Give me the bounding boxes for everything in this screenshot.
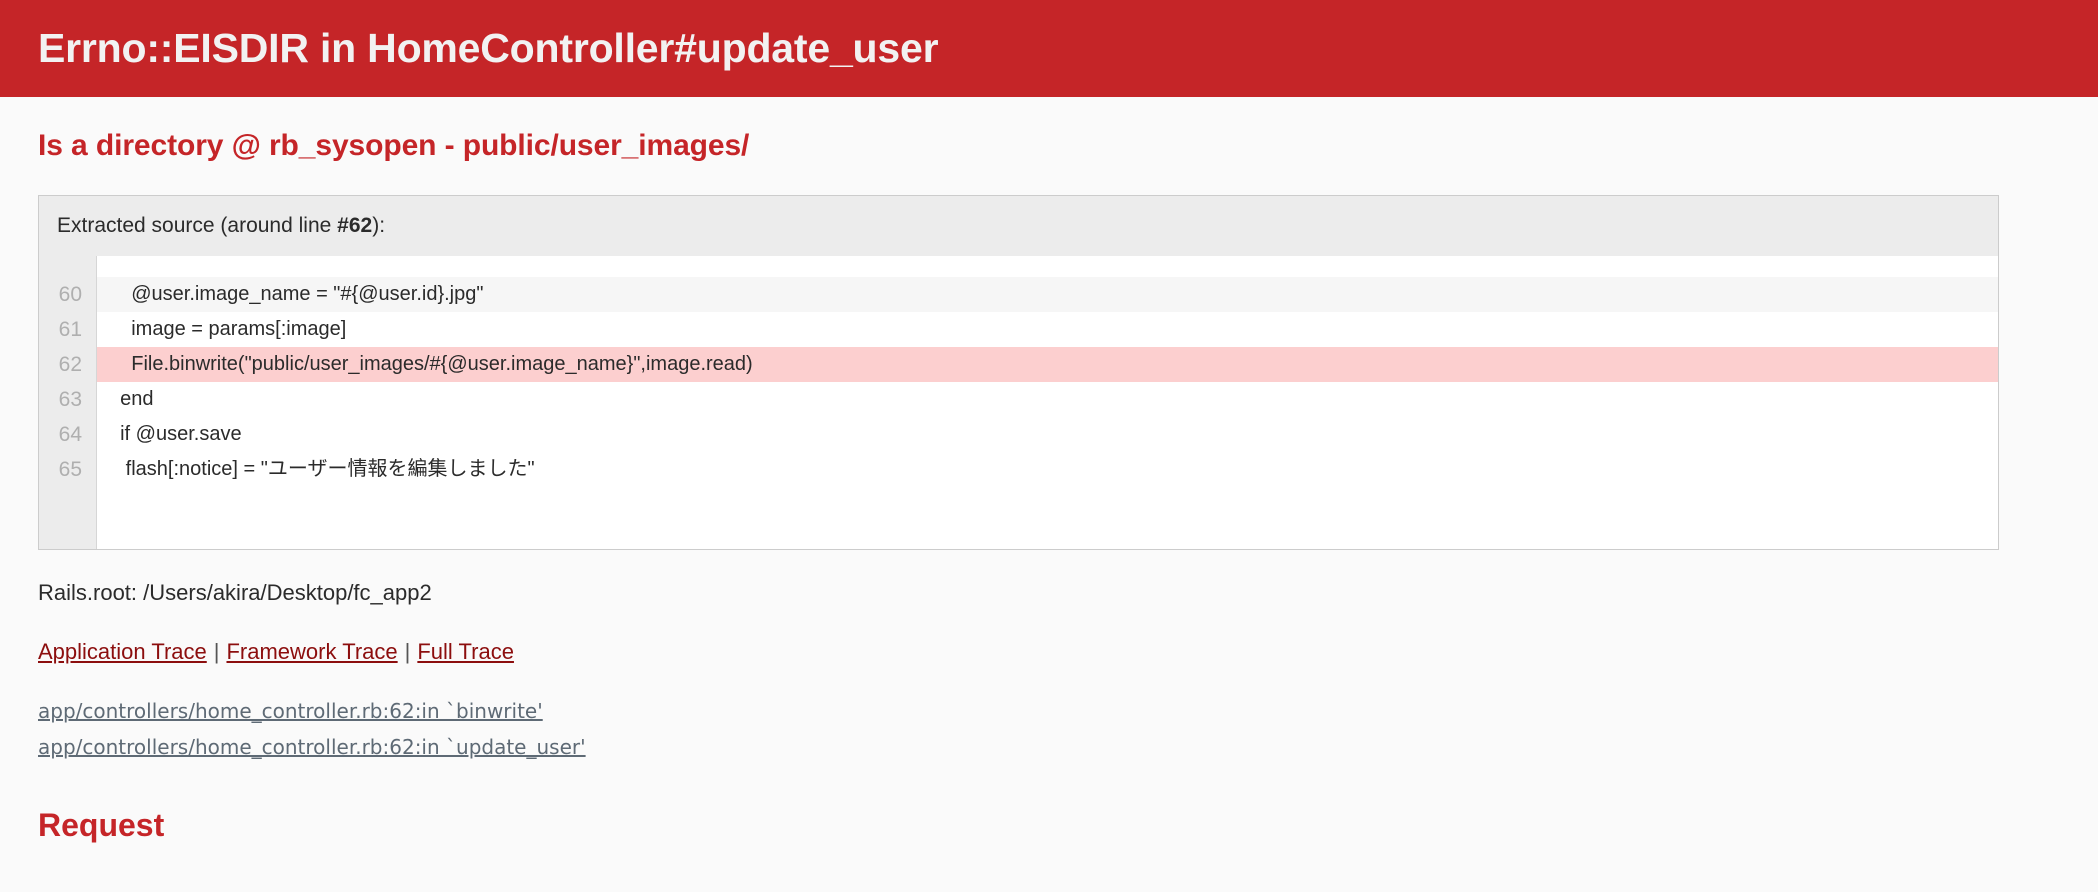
backtrace-list: app/controllers/home_controller.rb:62:in… (38, 693, 2098, 765)
error-message: Is a directory @ rb_sysopen - public/use… (38, 129, 750, 162)
application-trace-link[interactable]: Application Trace (38, 639, 207, 664)
extracted-source-title: Extracted source (around line #62): (39, 196, 1998, 255)
code-line: end (97, 382, 1998, 417)
full-trace-link[interactable]: Full Trace (417, 639, 514, 664)
line-number: 63 (58, 388, 82, 411)
code-line: @user.image_name = "#{@user.id}.jpg" (97, 277, 1998, 312)
code-line: if @user.save (97, 417, 1998, 452)
backtrace-line[interactable]: app/controllers/home_controller.rb:62:in… (38, 693, 2098, 729)
extracted-source-line-number: #62 (337, 214, 373, 237)
page-title: Errno::EISDIR in HomeController#update_u… (38, 25, 939, 71)
code-line: flash[:notice] = "ユーザー情報を編集しました" (97, 452, 1998, 487)
error-header-bar: Errno::EISDIR in HomeController#update_u… (0, 0, 2098, 97)
backtrace-line[interactable]: app/controllers/home_controller.rb:62:in… (38, 729, 2098, 765)
source-code-table: 60 61 62 63 64 65 @user.image_name = "#{… (39, 255, 1998, 549)
trace-link-separator: | (404, 639, 411, 665)
source-code-pane: @user.image_name = "#{@user.id}.jpg" ima… (96, 256, 1998, 549)
request-section-heading: Request (38, 806, 165, 843)
main-content: Is a directory @ rb_sysopen - public/use… (0, 97, 2098, 841)
framework-trace-link[interactable]: Framework Trace (226, 639, 397, 664)
line-number: 61 (58, 318, 82, 341)
line-number: 62 (58, 353, 82, 376)
trace-link-separator: | (213, 639, 220, 665)
line-number: 65 (58, 458, 82, 481)
trace-links: Application Trace | Framework Trace | Full T… (38, 639, 2098, 665)
code-line: image = params[:image] (97, 312, 1998, 347)
rails-root-path: Rails.root: /Users/akira/Desktop/fc_app2 (38, 580, 432, 605)
code-line-highlighted: File.binwrite("public/user_images/#{@use… (97, 347, 1998, 382)
extracted-source-title-prefix: Extracted source (around line (57, 214, 338, 237)
line-number: 64 (58, 423, 82, 446)
extracted-source-title-suffix: ): (372, 214, 386, 237)
line-number-gutter: 60 61 62 63 64 65 (39, 256, 96, 549)
extracted-source-box: Extracted source (around line #62): 60 6… (38, 195, 1999, 550)
line-number: 60 (58, 283, 82, 306)
